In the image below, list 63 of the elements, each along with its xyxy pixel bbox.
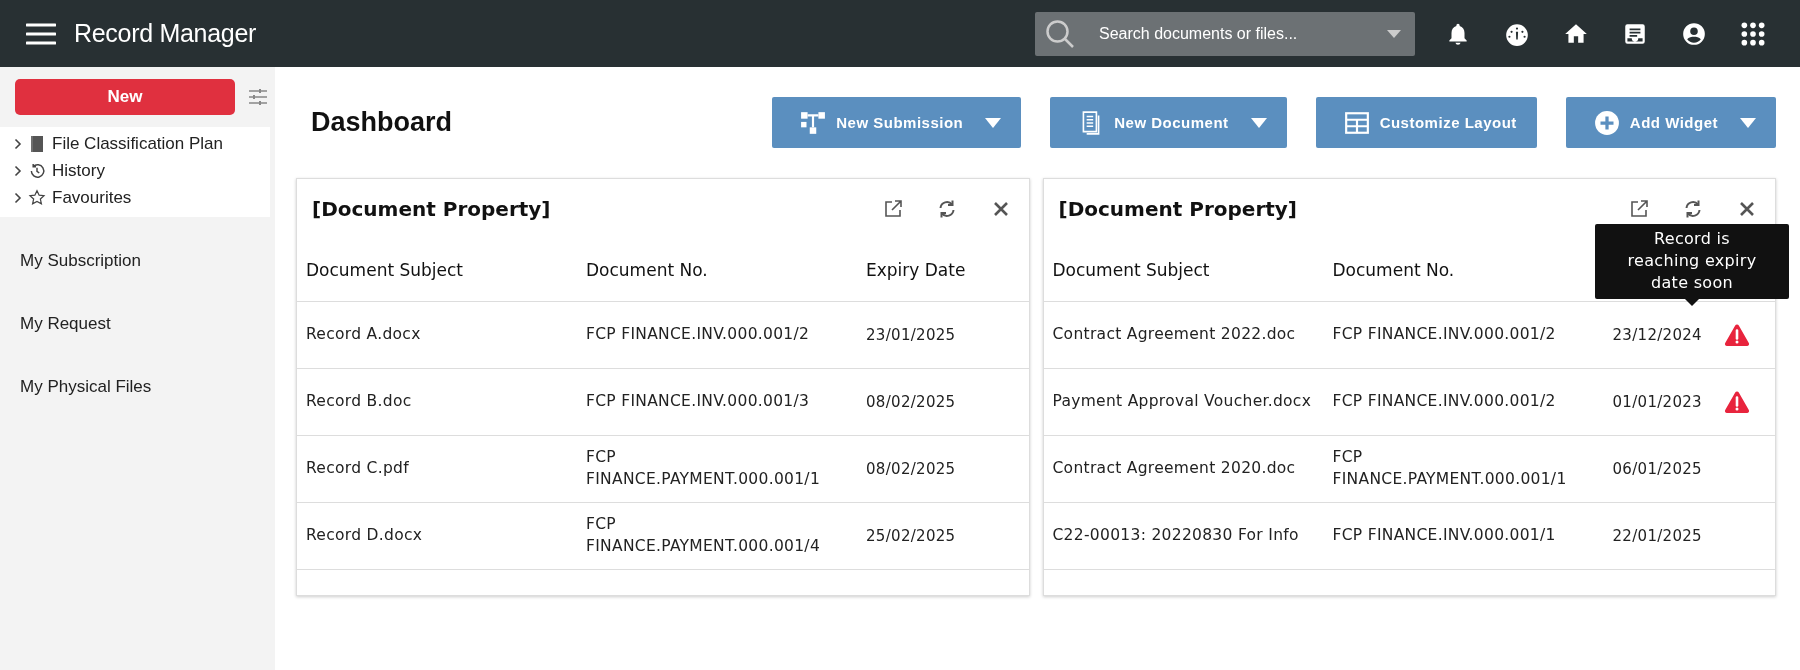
search-input[interactable]: Search documents or files... (1097, 23, 1387, 44)
table-cell: Contract Agreement 2022.doc (1043, 302, 1324, 369)
caret-icon (985, 117, 1002, 128)
table-cell: Contract Agreement 2020.doc (1043, 436, 1324, 503)
search-icon (1045, 18, 1075, 49)
table-cell: FCP FINANCE.PAYMENT.000.001/4 (577, 503, 857, 570)
caret-icon (1250, 117, 1267, 128)
flow-icon (800, 109, 827, 136)
layout-icon (1343, 109, 1370, 136)
table-cell: Payment Approval Voucher.docx (1043, 369, 1324, 436)
search-field[interactable]: Search documents or files... (1035, 11, 1415, 56)
table-cell: 01/01/2023 (1612, 393, 1702, 411)
open-external-icon[interactable] (882, 199, 903, 219)
new-button[interactable]: New (15, 79, 235, 115)
column-header: Document Subject (297, 239, 577, 302)
refresh-icon[interactable] (1683, 199, 1703, 219)
table-cell: C22-00013: 20220830 For Info (1043, 503, 1324, 570)
table-cell: 23/01/2025 (866, 326, 956, 344)
table-cell: FCP FINANCE.INV.000.001/2 (1323, 369, 1604, 436)
table-cell: 25/02/2025 (866, 527, 956, 545)
column-header: Expiry Date (857, 239, 1029, 302)
apps-grid-icon[interactable] (1740, 20, 1766, 47)
history-icon (28, 161, 46, 180)
caret-icon (1740, 117, 1756, 128)
chevron-icon[interactable] (14, 191, 22, 204)
table-cell: 23/12/2024 (1612, 326, 1702, 344)
table-cell: FCP FINANCE.INV.000.001/3 (577, 369, 857, 436)
table-cell: FCP FINANCE.INV.000.001/2 (577, 302, 857, 369)
column-header: Document No. (577, 239, 857, 302)
sidebar-item[interactable]: My Request (0, 292, 275, 355)
tooltip: Record is reaching expiry date soon (1595, 224, 1789, 306)
add-icon (1593, 109, 1620, 136)
table-cell: 08/02/2025 (866, 460, 956, 478)
sidebar-item[interactable]: My Physical Files (0, 355, 275, 418)
filter-settings-icon[interactable] (248, 87, 268, 107)
table-cell: FCP FINANCE.INV.000.001/2 (1323, 302, 1604, 369)
caret-icon (1387, 29, 1401, 38)
chevron-icon[interactable] (14, 137, 22, 150)
table-cell: Record D.docx (297, 503, 577, 570)
sidebar-item[interactable]: My Subscription (0, 229, 275, 292)
book-icon (28, 134, 46, 153)
table-cell: Record B.doc (297, 369, 577, 436)
table-cell: 22/01/2025 (1612, 527, 1702, 545)
menu-icon[interactable] (26, 22, 56, 45)
widget-title: [Document Property] (1058, 197, 1297, 221)
tree-item[interactable]: History (52, 160, 105, 181)
table-cell: 06/01/2025 (1612, 460, 1702, 478)
table-cell: Record A.docx (297, 302, 577, 369)
star-icon (28, 188, 46, 207)
app-title: Record Manager (74, 19, 256, 48)
tree-item[interactable]: Favourites (52, 187, 132, 208)
table-cell: FCP FINANCE.PAYMENT.000.001/1 (577, 436, 857, 503)
open-external-icon[interactable] (1629, 199, 1649, 219)
table-cell: 08/02/2025 (866, 393, 956, 411)
chevron-icon[interactable] (14, 164, 22, 177)
page-title: Dashboard (311, 107, 453, 138)
column-header: Document Subject (1043, 239, 1324, 302)
widget-title: [Document Property] (312, 197, 551, 221)
table-cell: Record C.pdf (297, 436, 577, 503)
table-cell: FCP FINANCE.PAYMENT.000.001/1 (1323, 436, 1604, 503)
tree-item[interactable]: File Classification Plan (52, 133, 223, 154)
account-icon[interactable] (1681, 20, 1707, 47)
table-cell: FCP FINANCE.INV.000.001/1 (1323, 503, 1604, 570)
